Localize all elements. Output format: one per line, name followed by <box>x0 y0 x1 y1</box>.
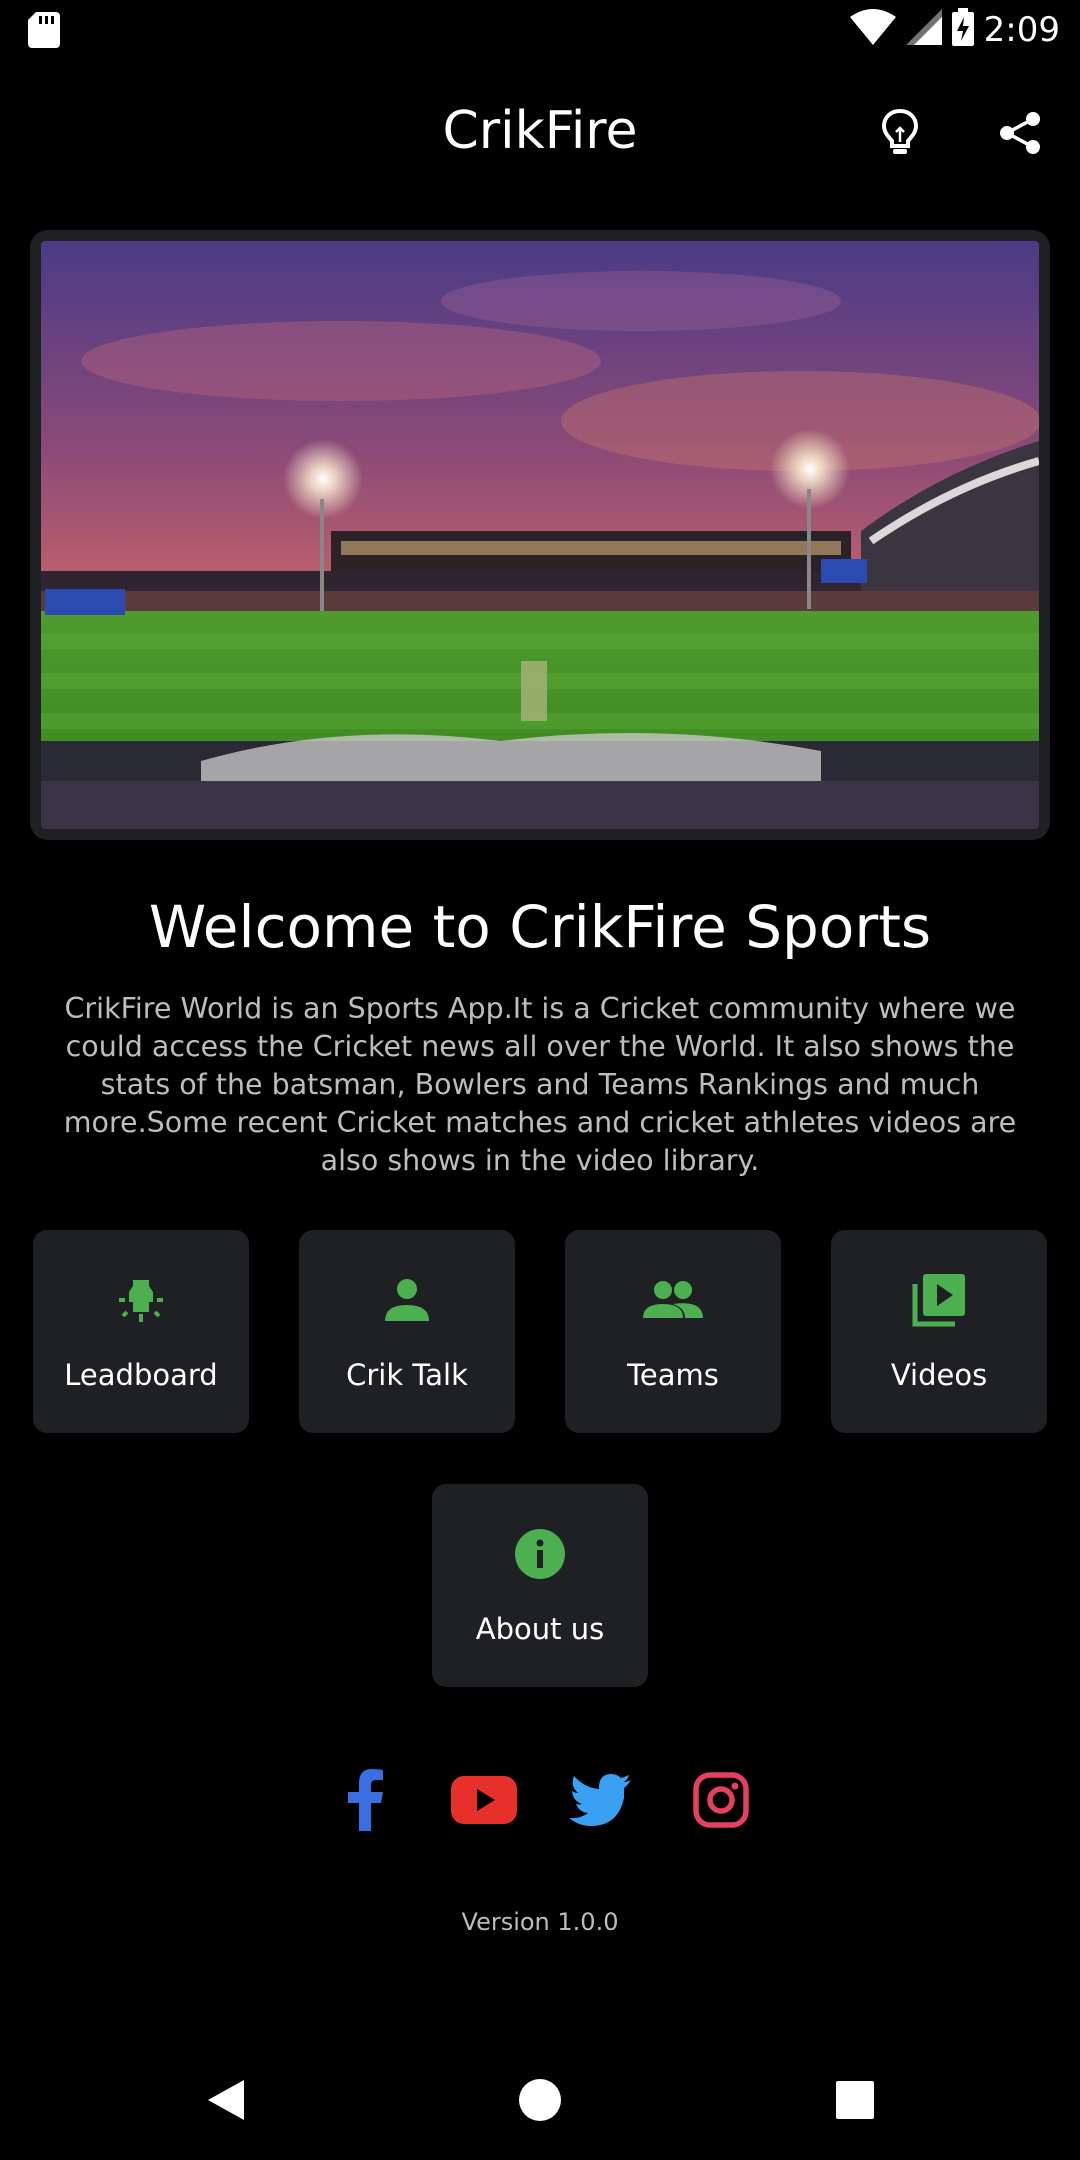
highlight-icon <box>119 1280 163 1322</box>
lightbulb-button[interactable] <box>870 103 930 163</box>
lightbulb-icon <box>881 108 919 154</box>
wifi-icon <box>849 9 896 50</box>
tile-label: About us <box>475 1612 605 1646</box>
tile-about-us[interactable]: About us <box>432 1484 648 1687</box>
cricket-stadium-image <box>41 241 1039 829</box>
tile-label: Videos <box>890 1358 988 1392</box>
tile-crik-talk[interactable]: Crik Talk <box>299 1230 515 1433</box>
tile-teams[interactable]: Teams <box>565 1230 781 1433</box>
twitter-button[interactable] <box>565 1762 635 1838</box>
back-icon <box>208 2080 244 2120</box>
video-library-icon <box>912 1274 965 1327</box>
youtube-button[interactable] <box>448 1762 520 1838</box>
tile-label: Teams <box>627 1358 719 1392</box>
app-bar: CrikFire <box>0 63 1080 198</box>
youtube-icon <box>451 1776 517 1824</box>
tile-label: Leadboard <box>64 1358 218 1392</box>
info-icon <box>515 1529 565 1579</box>
home-button[interactable] <box>510 2070 570 2130</box>
tile-videos[interactable]: Videos <box>831 1230 1047 1433</box>
twitter-icon <box>569 1774 631 1826</box>
sd-card-icon <box>28 12 60 53</box>
recents-button[interactable] <box>825 2070 885 2130</box>
tile-label: Crik Talk <box>346 1358 468 1392</box>
facebook-button[interactable] <box>330 1762 400 1838</box>
tile-leadboard[interactable]: Leadboard <box>33 1230 249 1433</box>
recents-icon <box>836 2081 874 2119</box>
home-icon <box>519 2079 561 2121</box>
share-icon <box>1000 112 1040 154</box>
person-icon <box>385 1279 429 1321</box>
status-bar: 2:09 <box>0 0 1080 63</box>
instagram-icon <box>693 1772 749 1828</box>
back-button[interactable] <box>196 2070 256 2130</box>
battery-charging-icon <box>951 8 974 51</box>
facebook-icon <box>348 1769 383 1831</box>
share-button[interactable] <box>990 103 1050 163</box>
instagram-button[interactable] <box>686 1762 756 1838</box>
welcome-heading: Welcome to CrikFire Sports <box>148 893 932 961</box>
navigation-bar <box>0 2030 1080 2160</box>
welcome-description: CrikFire World is an Sports App.It is a … <box>63 992 1017 1177</box>
version-label: Version 1.0.0 <box>461 1908 619 1936</box>
cell-signal-icon <box>905 9 942 50</box>
hero-card <box>30 230 1050 840</box>
status-time: 2:09 <box>983 9 1060 50</box>
people-icon <box>643 1281 703 1318</box>
